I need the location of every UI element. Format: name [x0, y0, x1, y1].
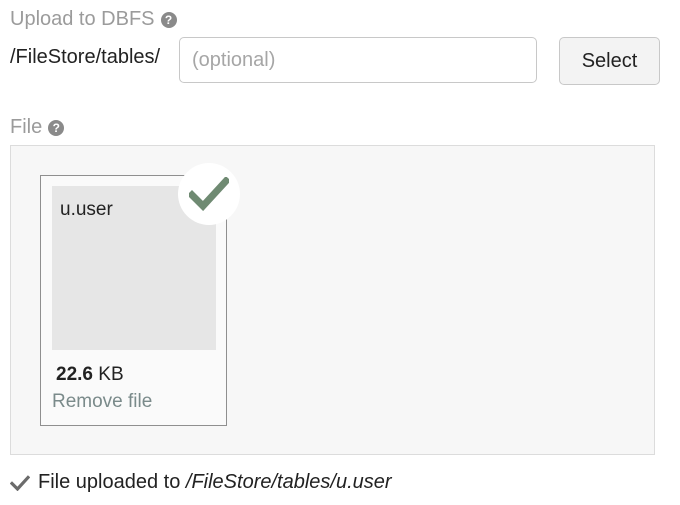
file-size-value: 22.6: [56, 364, 93, 385]
upload-label-text: Upload to DBFS: [10, 8, 155, 30]
remove-file-link[interactable]: Remove file: [52, 391, 152, 413]
select-button[interactable]: Select: [559, 37, 660, 85]
checkmark-icon: [10, 474, 30, 491]
file-section-label: File ?: [10, 116, 65, 139]
path-prefix: /FileStore/tables/: [10, 46, 161, 68]
status-text: File uploaded to: [38, 471, 181, 493]
upload-status: File uploaded to /FileStore/tables/u.use…: [10, 471, 392, 494]
file-dropzone[interactable]: u.user 22.6 KB Remove file: [10, 145, 655, 455]
file-preview-card: u.user 22.6 KB Remove file: [40, 163, 240, 426]
status-path: /FileStore/tables/u.user: [185, 471, 392, 493]
question-circle-icon[interactable]: ?: [160, 11, 177, 28]
upload-section-label: Upload to DBFS ?: [10, 8, 177, 31]
file-name: u.user: [60, 199, 113, 220]
checkmark-icon: [189, 177, 229, 211]
question-circle-icon[interactable]: ?: [48, 119, 65, 136]
file-size: 22.6 KB: [56, 364, 124, 386]
file-size-unit: KB: [98, 364, 124, 385]
upload-success-badge: [178, 163, 240, 225]
path-input[interactable]: [179, 37, 537, 83]
file-label-text: File: [10, 116, 43, 138]
